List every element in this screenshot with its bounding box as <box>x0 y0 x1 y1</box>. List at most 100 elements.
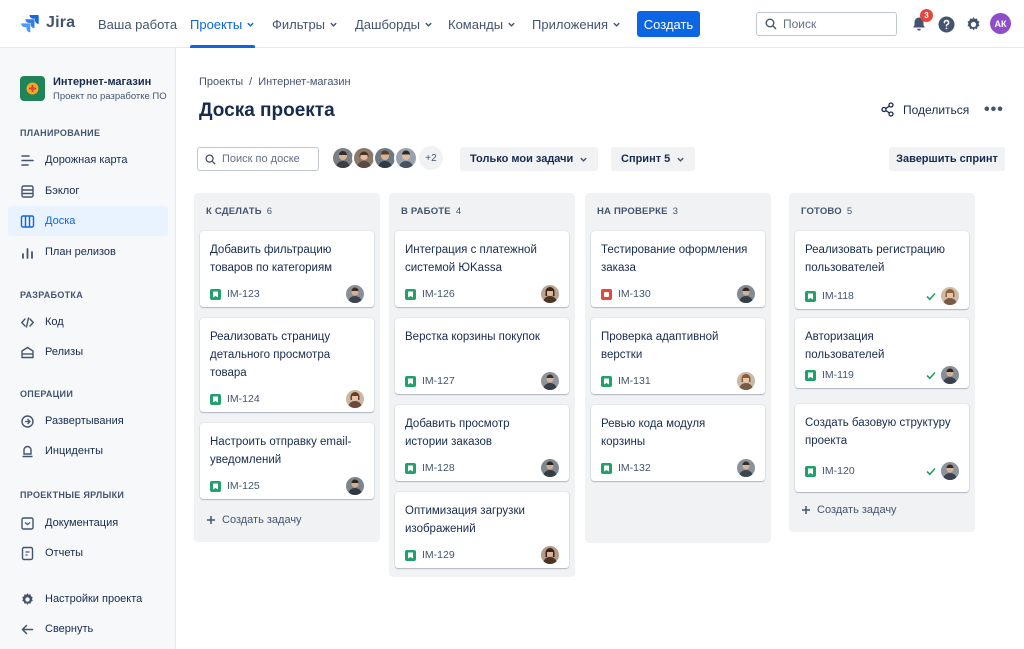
board-search[interactable] <box>197 147 319 171</box>
nav-label: Проекты <box>190 16 243 32</box>
sidebar-item-roadmap[interactable]: Дорожная карта <box>8 145 168 175</box>
assignee-avatar[interactable] <box>737 459 755 477</box>
issue-key[interactable]: IM-130 <box>618 288 651 300</box>
issue-footer: IM-132 <box>601 459 651 477</box>
column-header: НА ПРОВЕРКЕ 3 <box>585 193 771 229</box>
create-issue-button[interactable]: Создать задачу <box>801 504 897 516</box>
sidebar-item-label: Свернуть <box>45 623 94 635</box>
sidebar-item-backlog[interactable]: Бэклог <box>8 176 168 206</box>
sprint-select[interactable]: Спринт 5 <box>611 147 696 171</box>
nav-your-work[interactable]: Ваша работа <box>98 0 177 48</box>
nav-apps[interactable]: Приложения <box>532 0 621 48</box>
settings-button[interactable] <box>962 13 984 35</box>
nav-label: Дашборды <box>355 16 420 32</box>
assignee-avatar[interactable] <box>346 285 364 303</box>
nav-projects[interactable]: Проекты <box>190 0 256 48</box>
sidebar-item-releases[interactable]: Релизы <box>8 337 168 367</box>
assignee-avatar[interactable] <box>541 546 559 564</box>
avatar[interactable] <box>394 146 418 170</box>
issue-key[interactable]: IM-119 <box>822 369 854 381</box>
sidebar-collapse[interactable]: Свернуть <box>8 614 168 644</box>
issue-key[interactable]: IM-124 <box>227 393 260 405</box>
arrow-left-icon <box>21 624 34 634</box>
help-button[interactable] <box>935 13 957 35</box>
only-my-issues-filter[interactable]: Только мои задачи <box>460 147 599 171</box>
project-name[interactable]: Интернет-магазин <box>53 76 151 88</box>
issue-card[interactable]: Ревью кода модуля корзины IM-132 <box>591 405 765 481</box>
breadcrumb-projects[interactable]: Проекты <box>199 76 243 88</box>
issue-key[interactable]: IM-120 <box>822 465 855 477</box>
issue-card[interactable]: Создать базовую структуру проекта IM-120 <box>795 404 969 492</box>
story-icon <box>405 462 416 474</box>
issue-card[interactable]: Реализовать страницу детального просмотр… <box>200 318 374 412</box>
issue-footer: IM-120 <box>805 462 855 480</box>
assignee-avatar[interactable] <box>941 287 959 305</box>
assignee-avatar[interactable] <box>541 372 559 390</box>
jira-logo[interactable]: Jira <box>20 13 75 33</box>
share-button[interactable]: Поделиться <box>880 102 969 117</box>
assignee-avatar[interactable] <box>737 372 755 390</box>
done-check-icon <box>926 292 936 301</box>
issue-card[interactable]: Добавить просмотр истории заказов IM-128 <box>395 405 569 481</box>
issue-card[interactable]: Тестирование оформления заказа IM-130 <box>591 231 765 307</box>
issue-key[interactable]: IM-129 <box>422 549 455 561</box>
user-avatar[interactable]: АК <box>990 13 1011 34</box>
breadcrumb: Проекты / Интернет-магазин <box>199 76 351 88</box>
complete-sprint-button[interactable]: Завершить спринт <box>889 147 1005 171</box>
more-avatars[interactable]: +2 <box>419 146 443 170</box>
sidebar-item-board[interactable]: Доска <box>8 206 168 236</box>
issue-card[interactable]: Добавить фильтрацию товаров по категория… <box>200 231 374 307</box>
sidebar-item-project-settings[interactable]: Настройки проекта <box>8 584 168 614</box>
breadcrumb-project[interactable]: Интернет-магазин <box>258 76 350 88</box>
create-issue-button[interactable]: Создать задачу <box>206 514 302 526</box>
assignee-avatar[interactable] <box>541 285 559 303</box>
nav-dashboards[interactable]: Дашборды <box>355 0 433 48</box>
issue-key[interactable]: IM-125 <box>227 480 260 492</box>
column-name: К СДЕЛАТЬ <box>206 205 262 217</box>
page-title: Доска проекта <box>199 100 335 121</box>
board-search-input[interactable] <box>222 153 312 165</box>
assignee-avatar[interactable] <box>737 285 755 303</box>
assignee-avatar[interactable] <box>346 390 364 408</box>
issue-key[interactable]: IM-132 <box>618 462 651 474</box>
issue-card[interactable]: Авторизация пользователей IM-119 <box>795 318 969 388</box>
search-input[interactable] <box>783 17 883 31</box>
issue-footer: IM-126 <box>405 285 455 303</box>
issue-key[interactable]: IM-126 <box>422 288 455 300</box>
issue-title: Добавить фильтрацию товаров по категория… <box>210 244 333 274</box>
issue-key[interactable]: IM-127 <box>422 375 455 387</box>
issue-card[interactable]: Интеграция с платежной системой ЮKassa I… <box>395 231 569 307</box>
assignee-avatar[interactable] <box>941 366 959 384</box>
issue-card[interactable]: Настроить отправку email-уведомлений IM-… <box>200 423 374 499</box>
nav-label: Команды <box>448 16 504 32</box>
jira-logo-icon <box>21 15 39 33</box>
issue-title: Оптимизация загрузки изображений <box>405 505 525 535</box>
sidebar-item-deployments[interactable]: Развертывания <box>8 406 168 436</box>
assignee-avatar[interactable] <box>541 459 559 477</box>
nav-filters[interactable]: Фильтры <box>272 0 338 48</box>
section-title: РАЗРАБОТКА <box>20 290 84 300</box>
issue-card[interactable]: Проверка адаптивной верстки IM-131 <box>591 318 765 394</box>
sidebar-item-docs[interactable]: Документация <box>8 508 168 538</box>
sidebar-item-reports[interactable]: Отчеты <box>8 538 168 568</box>
assignee-avatar[interactable] <box>941 462 959 480</box>
column-done: ГОТОВО 5 Реализовать регистрацию пользов… <box>789 193 975 532</box>
issue-card[interactable]: Верстка корзины покупок IM-127 <box>395 318 569 394</box>
sidebar-item-code[interactable]: Код <box>8 307 168 337</box>
issue-card[interactable]: Реализовать регистрацию пользователей IM… <box>795 231 969 309</box>
issue-card[interactable]: Оптимизация загрузки изображений IM-129 <box>395 492 569 568</box>
sidebar-item-release-plan[interactable]: План релизов <box>8 237 168 267</box>
create-button[interactable]: Создать <box>637 11 700 37</box>
sidebar-item-incidents[interactable]: Инциденты <box>8 436 168 466</box>
nav-teams[interactable]: Команды <box>448 0 516 48</box>
issue-key[interactable]: IM-128 <box>422 462 455 474</box>
sidebar-item-label: Документация <box>45 517 119 529</box>
global-search[interactable] <box>756 12 897 36</box>
issue-key[interactable]: IM-123 <box>227 288 260 300</box>
issue-key[interactable]: IM-131 <box>618 375 651 387</box>
assignee-avatar[interactable] <box>346 477 364 495</box>
column-count: 5 <box>846 205 853 217</box>
issue-key[interactable]: IM-118 <box>822 290 854 302</box>
top-navigation: Jira Ваша работа Проекты Фильтры Дашборд… <box>0 0 1024 48</box>
more-actions-button[interactable]: ••• <box>984 101 1004 119</box>
